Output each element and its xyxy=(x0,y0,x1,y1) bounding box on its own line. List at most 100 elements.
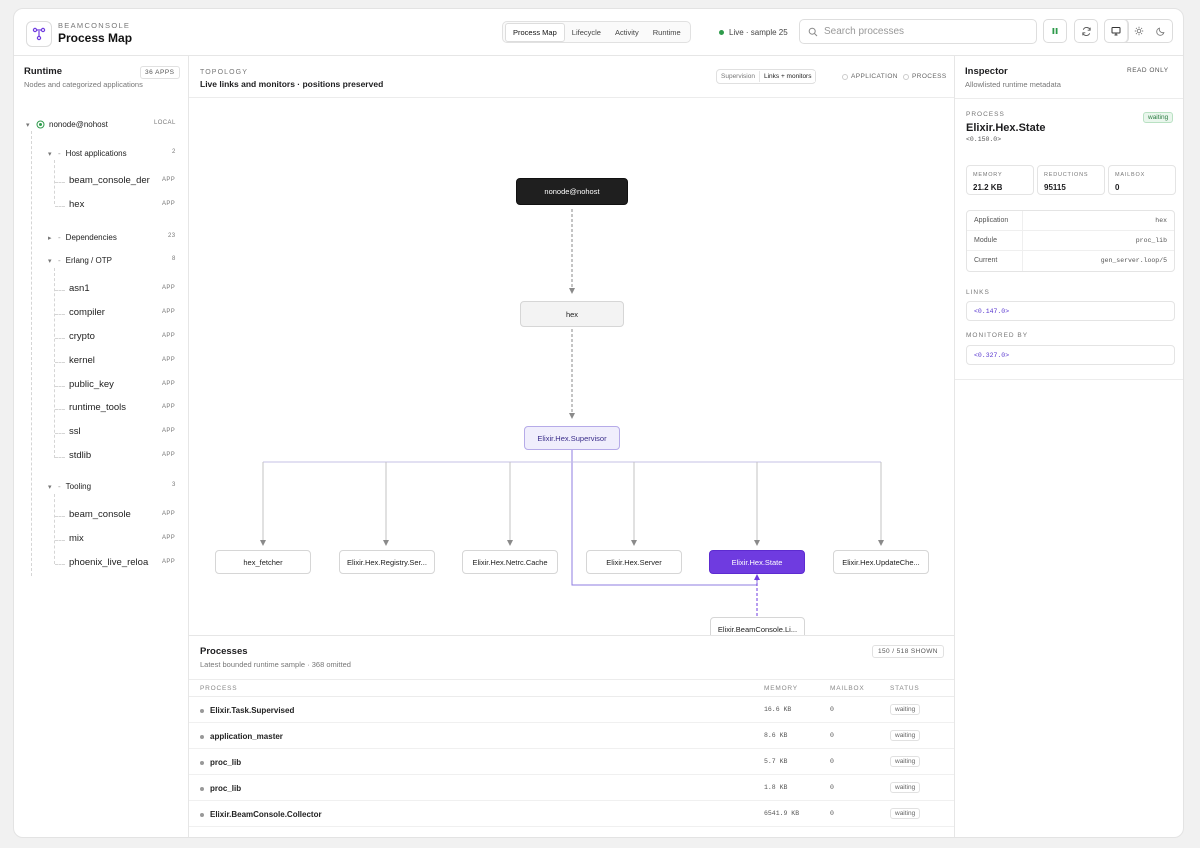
tab-runtime[interactable]: Runtime xyxy=(646,24,688,41)
node-name: nonode@nohost xyxy=(49,120,108,129)
theme-dark-button[interactable] xyxy=(1150,20,1172,42)
sidebar-title: Runtime xyxy=(24,66,62,77)
col-mailbox[interactable]: MAILBOX xyxy=(830,685,865,692)
link-pid[interactable]: <0.147.0> xyxy=(966,301,1175,321)
tab-activity[interactable]: Activity xyxy=(608,24,646,41)
node-process[interactable]: Elixir.Hex.Registry.Ser... xyxy=(339,550,435,574)
circle-icon xyxy=(903,73,909,80)
mode-links-monitors[interactable]: Links + monitors xyxy=(758,71,816,82)
chevron-down-icon[interactable]: ▾ xyxy=(48,150,58,158)
sun-icon xyxy=(1134,26,1144,36)
sidebar-app-item[interactable]: public_key APP xyxy=(69,379,181,390)
group-count: 2 xyxy=(172,149,176,155)
node-app-hex[interactable]: hex xyxy=(520,301,624,327)
topology-mode-toggle: Supervision Links + monitors xyxy=(716,69,817,84)
monitor-pid[interactable]: <0.327.0> xyxy=(966,345,1175,365)
sidebar-app-item[interactable]: compiler APP xyxy=(69,307,181,318)
pause-button[interactable] xyxy=(1043,19,1067,43)
chevron-down-icon[interactable]: ▾ xyxy=(26,121,36,129)
app-tag: APP xyxy=(162,511,176,517)
search-icon xyxy=(808,27,818,36)
tree-group-erlang-otp[interactable]: ▾ - Erlang / OTP 8 xyxy=(48,256,181,265)
status-badge: waiting xyxy=(1143,112,1174,123)
table-row[interactable]: Elixir.Task.Supervised 16.6 KB 0 waiting xyxy=(189,697,954,723)
sidebar-app-item[interactable]: beam_console APP xyxy=(69,509,181,520)
table-row[interactable]: Elixir.BeamConsole.Collector 6541.9 KB 0… xyxy=(189,801,954,827)
node-process-selected[interactable]: Elixir.Hex.State xyxy=(709,550,805,574)
search-input[interactable] xyxy=(824,26,1024,37)
app-tag: APP xyxy=(162,333,176,339)
app-name: public_key xyxy=(69,379,114,390)
read-only-label: READ ONLY xyxy=(1127,67,1169,74)
node-process[interactable]: Elixir.Hex.UpdateChe... xyxy=(833,550,929,574)
sidebar-app-item[interactable]: ssl APP xyxy=(69,426,181,437)
tree-node-nonode[interactable]: ▾ nonode@nohost LOCAL xyxy=(26,120,181,129)
mode-supervision[interactable]: Supervision xyxy=(717,71,759,82)
table-row[interactable]: application_master 8.6 KB 0 waiting xyxy=(189,723,954,749)
sidebar-app-item[interactable]: asn1 APP xyxy=(69,283,181,294)
tab-lifecycle[interactable]: Lifecycle xyxy=(565,24,608,41)
table-row[interactable]: proc_lib 1.8 KB 0 waiting xyxy=(189,775,954,801)
topology-panel: TOPOLOGY Live links and monitors · posit… xyxy=(189,56,954,837)
status-badge: waiting xyxy=(890,756,921,767)
refresh-button[interactable] xyxy=(1074,19,1098,43)
theme-light-button[interactable] xyxy=(1128,20,1150,42)
col-memory[interactable]: MEMORY xyxy=(764,685,798,692)
theme-switcher xyxy=(1104,19,1173,43)
inspector-subtitle: Allowlisted runtime metadata xyxy=(965,80,1061,89)
meta-row-current: Current gen_server.loop/5 xyxy=(974,257,1167,264)
sidebar-app-item[interactable]: kernel APP xyxy=(69,355,181,366)
group-label: Tooling xyxy=(65,482,92,491)
chevron-right-icon[interactable]: ▸ xyxy=(48,234,58,242)
process-dot-icon xyxy=(200,734,204,739)
processes-title: Processes xyxy=(200,646,248,657)
tree-group-host-applications[interactable]: ▾ - Host applications 2 xyxy=(48,149,181,158)
process-name: Elixir.Hex.State xyxy=(966,122,1046,134)
monitor-icon xyxy=(1111,27,1121,36)
node-supervisor[interactable]: Elixir.Hex.Supervisor xyxy=(524,426,620,450)
app-name: stdlib xyxy=(69,450,92,461)
app-name: ssl xyxy=(69,426,81,437)
theme-system-button[interactable] xyxy=(1105,20,1128,42)
node-process[interactable]: Elixir.Hex.Server xyxy=(586,550,682,574)
tab-process-map[interactable]: Process Map xyxy=(505,22,565,42)
node-root[interactable]: nonode@nohost xyxy=(516,178,628,205)
app-name: hex xyxy=(69,199,85,210)
chevron-down-icon[interactable]: ▾ xyxy=(48,483,58,491)
tree-group-tooling[interactable]: ▾ - Tooling 3 xyxy=(48,482,181,491)
live-text: Live · sample 25 xyxy=(729,28,788,37)
logo-icon xyxy=(26,21,52,47)
node-process[interactable]: hex_fetcher xyxy=(215,550,311,574)
app-name: asn1 xyxy=(69,283,90,294)
chevron-down-icon[interactable]: ▾ xyxy=(48,257,58,265)
processes-subtitle: Latest bounded runtime sample · 368 omit… xyxy=(200,660,351,669)
app-name: beam_console xyxy=(69,509,131,520)
sidebar-app-item[interactable]: hex APP xyxy=(69,199,181,210)
app-tag: APP xyxy=(162,452,176,458)
view-tabs: Process Map Lifecycle Activity Runtime xyxy=(502,21,691,43)
col-process[interactable]: PROCESS xyxy=(200,685,237,692)
sidebar-app-item[interactable]: crypto APP xyxy=(69,331,181,342)
app-tag: APP xyxy=(162,428,176,434)
group-count: 23 xyxy=(168,233,176,239)
sidebar-app-item[interactable]: stdlib APP xyxy=(69,450,181,461)
processes-table-header: PROCESS MEMORY MAILBOX STATUS xyxy=(189,679,954,697)
sidebar-app-item[interactable]: runtime_tools APP xyxy=(69,402,181,413)
process-pid: <0.150.0> xyxy=(966,136,1002,143)
sidebar-app-item[interactable]: beam_console_der APP xyxy=(69,175,181,186)
node-process[interactable]: Elixir.Hex.Netrc.Cache xyxy=(462,550,558,574)
app-tag: APP xyxy=(162,535,176,541)
sidebar-app-item[interactable]: phoenix_live_reloa APP xyxy=(69,557,181,568)
runtime-sidebar: Runtime Nodes and categorized applicatio… xyxy=(14,56,189,837)
sidebar-app-item[interactable]: mix APP xyxy=(69,533,181,544)
table-row[interactable]: proc_lib 5.7 KB 0 waiting xyxy=(189,749,954,775)
app-tag: APP xyxy=(162,309,176,315)
col-status[interactable]: STATUS xyxy=(890,685,919,692)
topology-title: Live links and monitors · positions pres… xyxy=(200,79,384,89)
moon-icon xyxy=(1156,27,1165,36)
app-tag: APP xyxy=(162,177,176,183)
links-label: LINKS xyxy=(966,289,990,296)
tree-group-dependencies[interactable]: ▸ - Dependencies 23 xyxy=(48,233,181,242)
status-badge: waiting xyxy=(890,782,921,793)
topology-canvas[interactable]: nonode@nohost hex Elixir.Hex.Supervisor … xyxy=(189,98,954,641)
